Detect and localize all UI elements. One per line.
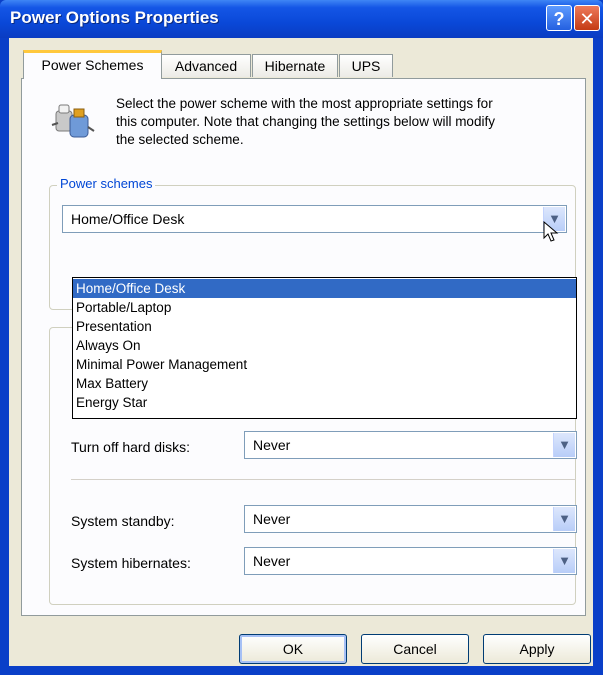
intro-text: Select the power scheme with the most ap…	[116, 95, 576, 149]
power-scheme-select[interactable]: Home/Office Desk ▼	[62, 205, 567, 233]
hard-disks-label: Turn off hard disks:	[71, 439, 191, 455]
option-portable-laptop[interactable]: Portable/Laptop	[73, 298, 576, 317]
cancel-button[interactable]: Cancel	[361, 634, 469, 664]
chevron-down-icon[interactable]: ▼	[553, 507, 575, 531]
power-scheme-icon	[51, 104, 95, 138]
power-schemes-legend: Power schemes	[57, 176, 156, 191]
help-button[interactable]: ?	[546, 5, 572, 31]
divider	[71, 479, 576, 480]
dialog-body: Power Schemes Advanced Hibernate UPS Sel…	[9, 38, 593, 666]
option-energy-star[interactable]: Energy Star	[73, 393, 576, 412]
window-title: Power Options Properties	[10, 8, 219, 27]
hibernates-value: Never	[253, 553, 291, 569]
hard-disks-value: Never	[253, 437, 291, 453]
window: Power Options Properties ? ✕ Power Schem…	[0, 0, 603, 675]
option-always-on[interactable]: Always On	[73, 336, 576, 355]
tab-advanced[interactable]: Advanced	[161, 54, 251, 77]
tab-panel: Select the power scheme with the most ap…	[21, 78, 586, 616]
power-scheme-dropdown-list[interactable]: Home/Office Desk Portable/Laptop Present…	[72, 277, 577, 419]
standby-value: Never	[253, 511, 291, 527]
tab-ups[interactable]: UPS	[339, 54, 393, 77]
power-scheme-value: Home/Office Desk	[71, 211, 185, 227]
ok-button[interactable]: OK	[239, 634, 347, 664]
hibernates-label: System hibernates:	[71, 555, 191, 571]
title-bar[interactable]: Power Options Properties ? ✕	[0, 0, 603, 38]
intro-line-1: Select the power scheme with the most ap…	[116, 96, 493, 111]
option-minimal-power-management[interactable]: Minimal Power Management	[73, 355, 576, 374]
close-button[interactable]: ✕	[574, 5, 600, 31]
standby-label: System standby:	[71, 513, 175, 529]
option-max-battery[interactable]: Max Battery	[73, 374, 576, 393]
intro-line-2: this computer. Note that changing the se…	[116, 114, 495, 129]
apply-button[interactable]: Apply	[483, 634, 591, 664]
tab-power-schemes[interactable]: Power Schemes	[23, 50, 162, 79]
option-presentation[interactable]: Presentation	[73, 317, 576, 336]
hibernates-select[interactable]: Never ▼	[244, 547, 577, 575]
tab-hibernate[interactable]: Hibernate	[252, 54, 338, 77]
chevron-down-icon[interactable]: ▼	[553, 433, 575, 457]
standby-select[interactable]: Never ▼	[244, 505, 577, 533]
chevron-down-icon[interactable]: ▼	[553, 549, 575, 573]
hard-disks-select[interactable]: Never ▼	[244, 431, 577, 459]
intro-line-3: the selected scheme.	[116, 132, 244, 147]
option-home-office-desk[interactable]: Home/Office Desk	[73, 279, 576, 298]
mouse-cursor-icon	[543, 221, 559, 242]
